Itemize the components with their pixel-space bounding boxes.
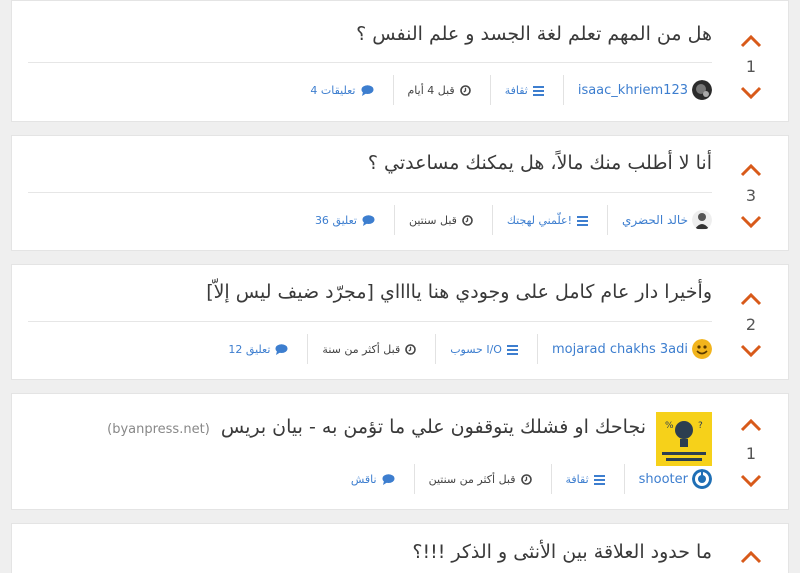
- divider: [28, 62, 712, 63]
- post-card: 2 وأخيرا دار عام كامل على وجودي هنا يااا…: [11, 264, 789, 380]
- avatar[interactable]: [692, 339, 712, 359]
- post-body: % ? نجاحك او فشلك يتوقفون علي ما تؤمن به…: [28, 394, 712, 509]
- post-card: ما حدود العلاقة بين الأنثى و الذكر !!!؟: [11, 523, 789, 573]
- post-title[interactable]: وأخيرا دار عام كامل على وجودي هنا يااااي…: [206, 281, 712, 303]
- chevron-up-icon[interactable]: [740, 550, 762, 564]
- clock-icon: [462, 211, 473, 230]
- category-cell: ثقافة: [489, 75, 563, 105]
- comments-cell: 36 تعليق: [301, 205, 394, 235]
- vote-column: 1: [728, 1, 788, 121]
- vote-count: 3: [745, 186, 757, 205]
- comments-cell: ناقش: [301, 464, 414, 494]
- post-title[interactable]: نجاحك او فشلك يتوقفون علي ما تؤمن به - ب…: [221, 416, 646, 438]
- post-card: 1 هل من المهم تعلم لغة الجسد و علم النفس…: [11, 0, 789, 122]
- avatar[interactable]: [692, 469, 712, 489]
- post-title[interactable]: أنا لا أطلب منك مالاً، هل يمكنك مساعدتي …: [368, 152, 712, 174]
- comments-link[interactable]: 4 تعليقات: [310, 84, 355, 97]
- comment-icon: [361, 81, 374, 100]
- chevron-down-icon[interactable]: [740, 344, 762, 358]
- chevron-down-icon[interactable]: [740, 86, 762, 100]
- vote-count: 1: [745, 57, 757, 76]
- author-cell: خالد الحضري: [607, 205, 712, 235]
- vote-column: 3: [728, 136, 788, 250]
- post-body: أنا لا أطلب منك مالاً، هل يمكنك مساعدتي …: [28, 136, 712, 250]
- post-domain[interactable]: (byanpress.net): [107, 422, 210, 437]
- author-link[interactable]: shooter: [639, 472, 688, 487]
- post-title-row: نجاحك او فشلك يتوقفون علي ما تؤمن به - ب…: [107, 416, 646, 438]
- clock-icon: [405, 340, 417, 359]
- post-card: 1 % ? نجاحك او فشلك يتوقفون علي ما تؤمن …: [11, 393, 789, 510]
- post-meta: خالد الحضري علّمني لهجتك! قبل سنتين 36 ت…: [301, 195, 712, 245]
- post-body: وأخيرا دار عام كامل على وجودي هنا يااااي…: [28, 265, 712, 379]
- vote-count: 1: [745, 444, 757, 463]
- category-cell: علّمني لهجتك!: [491, 205, 607, 235]
- vote-column: 2: [728, 265, 788, 379]
- post-time: قبل 4 أيام: [407, 83, 455, 97]
- chevron-up-icon[interactable]: [740, 292, 762, 306]
- author-link[interactable]: mojarad chakhs 3adi: [552, 342, 688, 357]
- clock-icon: [520, 470, 532, 489]
- chevron-up-icon[interactable]: [740, 418, 762, 432]
- divider: [28, 321, 712, 322]
- posts-feed: 1 هل من المهم تعلم لغة الجسد و علم النفس…: [0, 0, 800, 573]
- category-link[interactable]: علّمني لهجتك!: [507, 214, 572, 227]
- avatar[interactable]: [692, 210, 712, 230]
- time-cell: قبل أكثر من سنتين: [413, 464, 551, 494]
- svg-text:%: %: [665, 421, 674, 431]
- time-cell: قبل 4 أيام: [392, 75, 490, 105]
- category-link[interactable]: ثقافة: [566, 473, 589, 486]
- comment-icon: [275, 340, 288, 359]
- svg-text:?: ?: [698, 421, 703, 431]
- time-cell: قبل سنتين: [393, 205, 492, 235]
- comment-icon: [362, 211, 375, 230]
- list-icon: [593, 470, 605, 489]
- vote-column: [728, 524, 788, 573]
- post-title[interactable]: هل من المهم تعلم لغة الجسد و علم النفس ؟: [356, 23, 712, 45]
- category-cell: حسوب I/O: [435, 334, 537, 364]
- post-meta: mojarad chakhs 3adi حسوب I/O قبل أكثر من…: [214, 324, 712, 374]
- post-meta: isaac_khriem123 ثقافة قبل 4 أيام 4 تعليق…: [296, 65, 712, 115]
- chevron-down-icon[interactable]: [740, 215, 762, 229]
- post-time: قبل أكثر من سنة: [322, 342, 401, 356]
- post-title[interactable]: ما حدود العلاقة بين الأنثى و الذكر !!!؟: [412, 541, 712, 563]
- chevron-down-icon[interactable]: [740, 474, 762, 488]
- avatar[interactable]: [692, 80, 712, 100]
- post-time: قبل أكثر من سنتين: [428, 472, 516, 486]
- author-link[interactable]: isaac_khriem123: [578, 83, 688, 98]
- list-icon: [577, 211, 588, 230]
- vote-count: 2: [745, 315, 757, 334]
- clock-icon: [459, 81, 471, 100]
- comments-cell: 4 تعليقات: [296, 75, 392, 105]
- category-link[interactable]: ثقافة: [505, 84, 528, 97]
- post-card: 3 أنا لا أطلب منك مالاً، هل يمكنك مساعدت…: [11, 135, 789, 251]
- author-cell: mojarad chakhs 3adi: [536, 334, 712, 364]
- comments-link[interactable]: ناقش: [351, 473, 377, 486]
- comments-link[interactable]: 12 تعليق: [228, 343, 270, 356]
- divider: [28, 192, 712, 193]
- author-link[interactable]: خالد الحضري: [622, 213, 688, 227]
- chevron-up-icon[interactable]: [740, 163, 762, 177]
- post-body: ما حدود العلاقة بين الأنثى و الذكر !!!؟: [28, 524, 712, 573]
- time-cell: قبل أكثر من سنة: [307, 334, 435, 364]
- category-cell: ثقافة: [550, 464, 624, 494]
- post-meta: shooter ثقافة قبل أكثر من سنتين ناقش: [301, 454, 712, 504]
- chevron-up-icon[interactable]: [740, 34, 762, 48]
- comment-icon: [382, 470, 395, 489]
- category-link[interactable]: حسوب I/O: [450, 343, 502, 356]
- vote-column: 1: [728, 394, 788, 509]
- post-time: قبل سنتين: [408, 213, 457, 227]
- post-body: هل من المهم تعلم لغة الجسد و علم النفس ؟…: [28, 1, 712, 121]
- author-cell: shooter: [623, 464, 712, 494]
- list-icon: [532, 81, 544, 100]
- list-icon: [506, 340, 518, 359]
- comments-link[interactable]: 36 تعليق: [315, 214, 357, 227]
- author-cell: isaac_khriem123: [562, 75, 712, 105]
- comments-cell: 12 تعليق: [214, 334, 307, 364]
